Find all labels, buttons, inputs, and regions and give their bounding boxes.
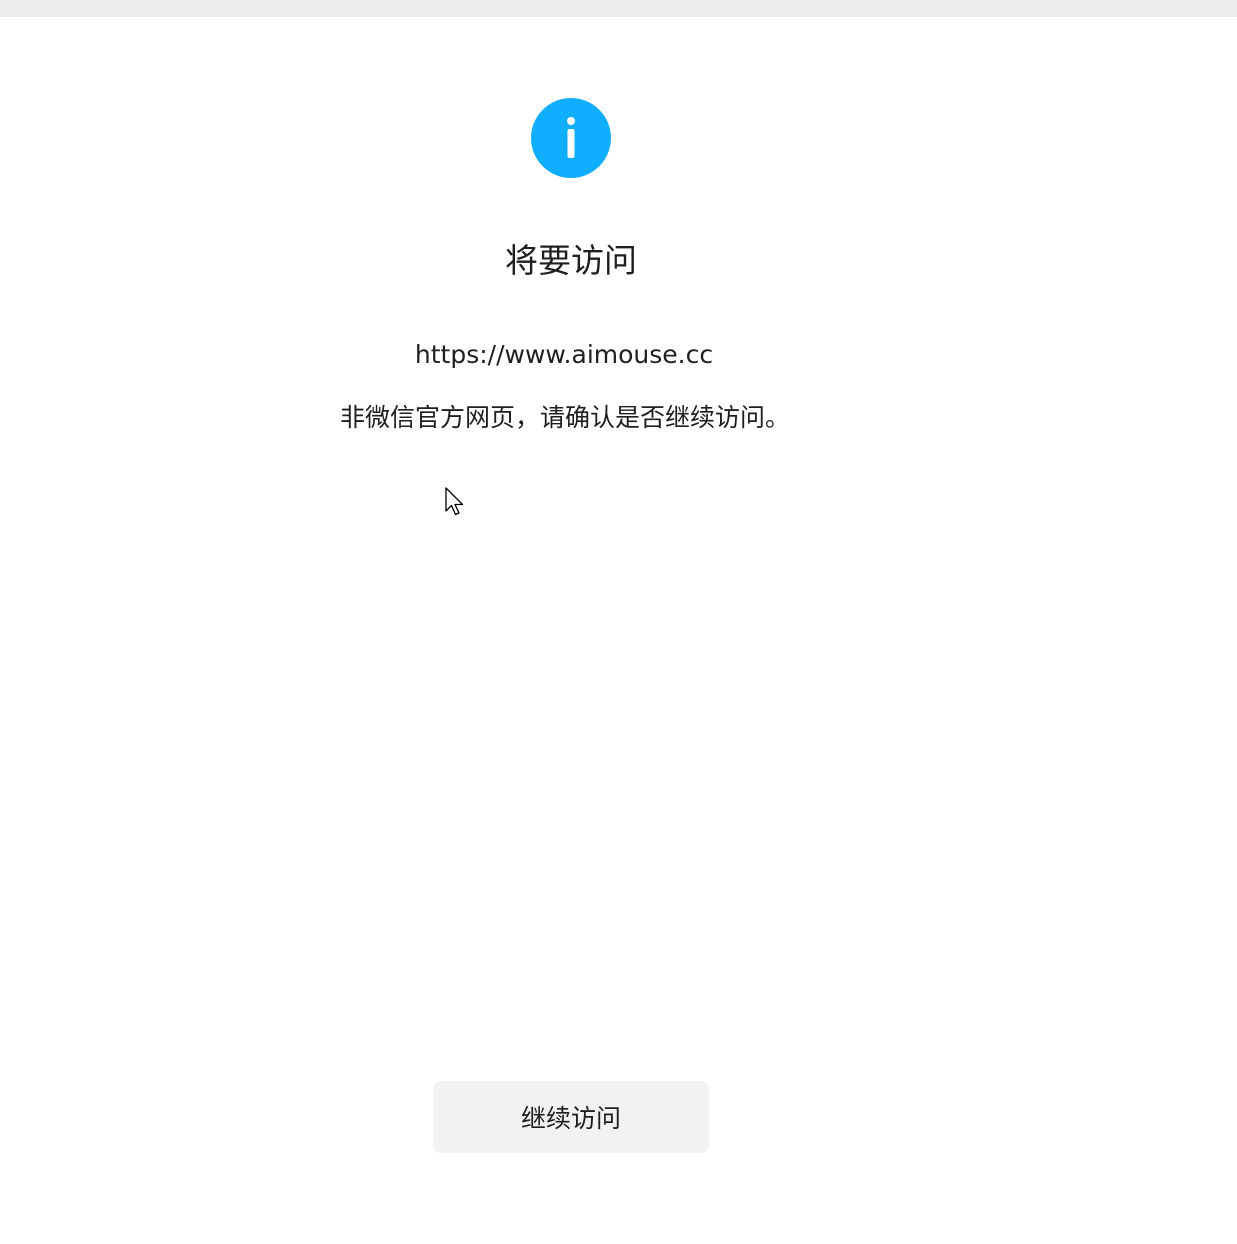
mouse-cursor-icon	[445, 487, 467, 517]
info-icon	[531, 98, 611, 178]
target-url: https://www.aimouse.cc	[414, 340, 714, 369]
continue-button[interactable]: 继续访问	[433, 1081, 709, 1153]
warning-message: 非微信官方网页，请确认是否继续访问。	[339, 403, 790, 432]
page: 将要访问 https://www.aimouse.cc 非微信官方网页，请确认是…	[0, 0, 1237, 1244]
top-bar	[0, 0, 1237, 17]
page-title: 将要访问	[505, 241, 637, 280]
